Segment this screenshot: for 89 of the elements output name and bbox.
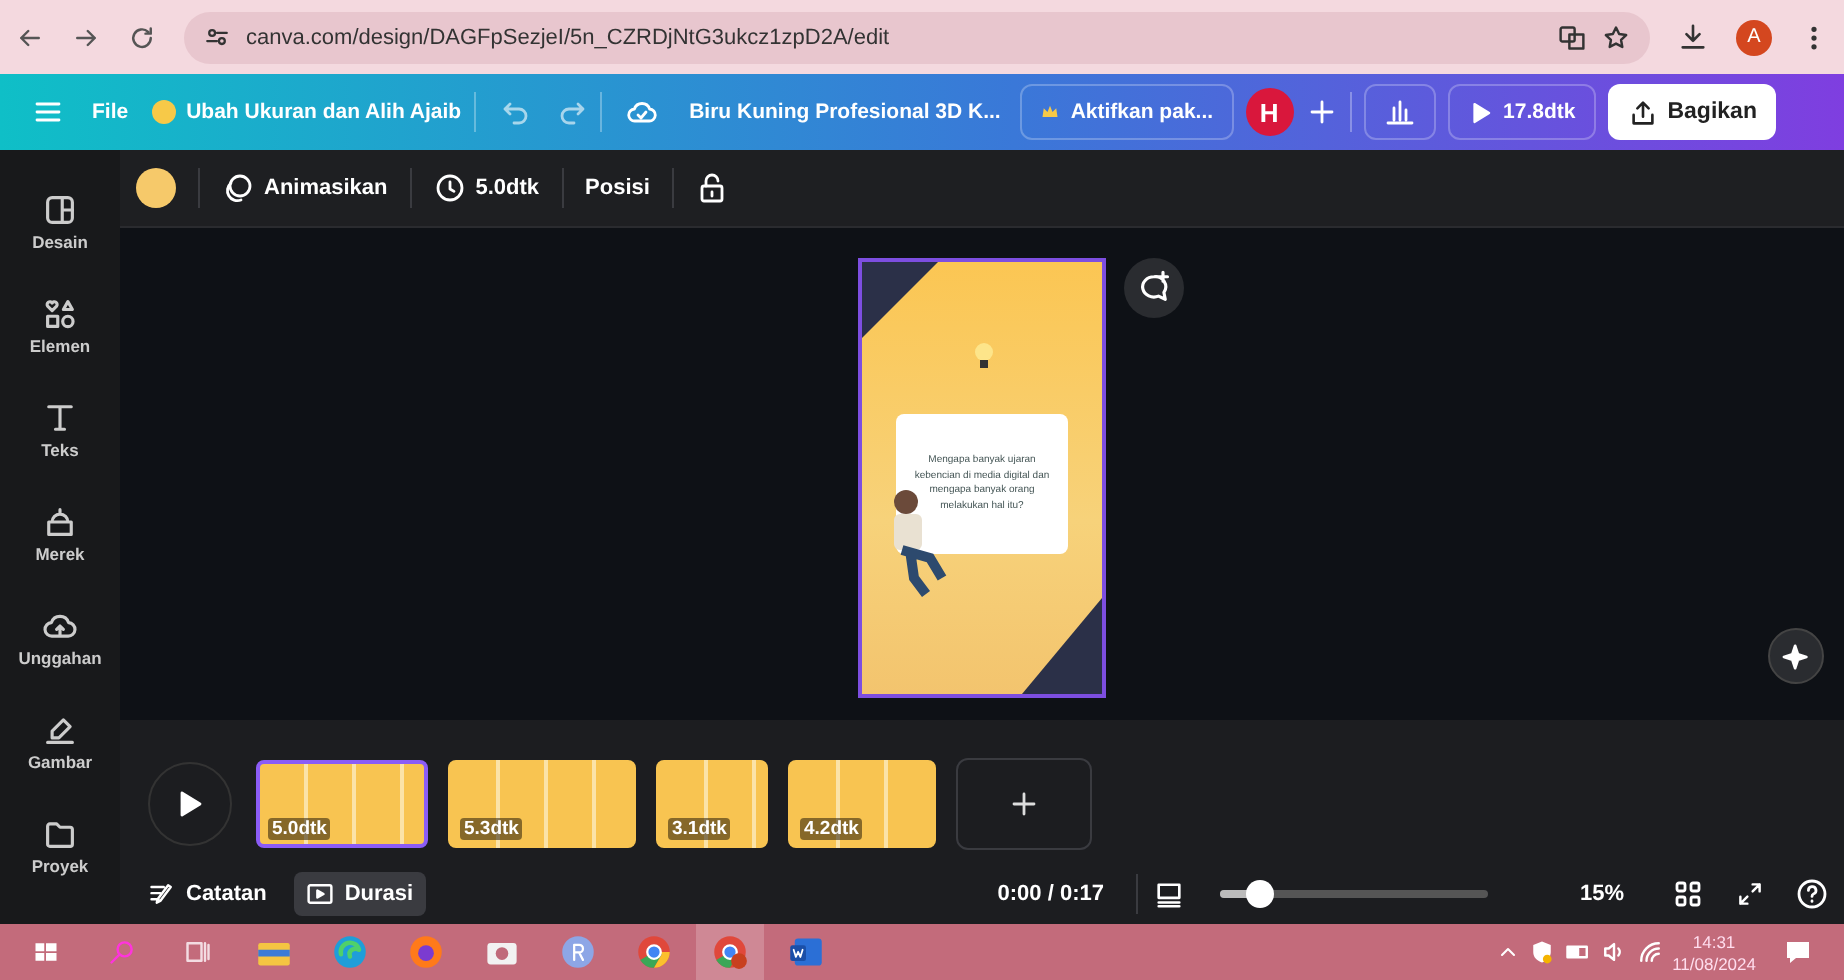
insights-button[interactable] xyxy=(1363,84,1436,140)
wifi-icon xyxy=(1636,938,1665,966)
clock-date: 11/08/2024 xyxy=(1672,953,1756,973)
thumbnail-view-icon xyxy=(1153,879,1184,909)
sidebar-item[interactable]: Elemen xyxy=(0,274,120,378)
fox-globe-icon xyxy=(408,934,444,970)
taskbar-app[interactable] xyxy=(696,924,764,980)
letter-circle-icon xyxy=(560,934,596,970)
add-comment-button[interactable] xyxy=(1124,258,1184,318)
help-button[interactable] xyxy=(1796,878,1828,910)
comment-plus-icon xyxy=(1136,270,1172,306)
notes-button[interactable]: Catatan xyxy=(136,872,279,916)
sidebar-item[interactable]: Teks xyxy=(0,378,120,482)
reload-icon xyxy=(128,23,156,51)
bar-chart-icon xyxy=(1383,96,1416,128)
lock-button[interactable] xyxy=(695,172,728,204)
url-text: canva.com/design/DAGFpSezjeI/5n_CZRDjNtG3ukcz1zpD2A/edit xyxy=(246,25,892,49)
clip-duration: 3.1dtk xyxy=(668,818,731,840)
design-title[interactable]: Biru Kuning Profesional 3D K... xyxy=(689,100,1001,124)
sidebar-item[interactable]: Merek xyxy=(0,482,120,586)
translate-icon xyxy=(1558,23,1586,51)
reload-button[interactable] xyxy=(128,23,156,51)
profile-avatar[interactable]: A xyxy=(1736,19,1772,55)
user-avatar[interactable]: H xyxy=(1245,88,1294,136)
download-button[interactable] xyxy=(1678,22,1708,52)
play-icon xyxy=(1467,99,1494,125)
fullscreen-button[interactable] xyxy=(1736,880,1764,908)
sidebar-item[interactable]: Gambar xyxy=(0,690,120,794)
timeline-clip[interactable]: 4.2dtk xyxy=(788,760,936,848)
chrome-profile-icon xyxy=(712,934,748,970)
clip-duration: 5.0dtk xyxy=(268,818,331,840)
sparkle-icon xyxy=(1781,641,1811,671)
pen-icon xyxy=(42,712,78,748)
timeline-clip[interactable]: 3.1dtk xyxy=(656,760,768,848)
folder-icon xyxy=(42,816,78,852)
site-settings-icon xyxy=(204,24,230,50)
plus-icon xyxy=(1305,96,1338,128)
task-view-icon xyxy=(184,938,212,966)
invite-button[interactable] xyxy=(1305,96,1338,128)
message-icon xyxy=(1782,936,1814,968)
shield-icon xyxy=(1528,938,1557,966)
play-button[interactable]: 17.8dtk xyxy=(1447,84,1596,140)
video-frame-icon xyxy=(306,880,335,908)
windows-logo-icon xyxy=(32,938,60,966)
duration-view-button[interactable]: Durasi xyxy=(294,872,426,916)
save-status-button[interactable] xyxy=(625,96,658,128)
shapes-icon xyxy=(42,296,78,332)
sidebar-item[interactable]: Proyek xyxy=(0,794,120,898)
text-icon xyxy=(42,400,78,436)
brand-icon xyxy=(42,504,78,540)
clip-duration: 4.2dtk xyxy=(800,818,863,840)
grid-view-button[interactable] xyxy=(1672,878,1704,910)
sidebar-item[interactable]: Unggahan xyxy=(0,586,120,690)
grid-icon xyxy=(1672,878,1704,910)
timeline-clip[interactable]: 5.3dtk xyxy=(448,760,636,848)
magic-button[interactable] xyxy=(1768,628,1824,684)
download-icon xyxy=(1678,22,1708,52)
zoom-slider[interactable] xyxy=(1219,880,1488,908)
sidebar-item[interactable]: Desain xyxy=(0,170,120,274)
share-icon xyxy=(1627,97,1658,127)
zoom-percentage: 15% xyxy=(1579,882,1624,906)
lock-icon xyxy=(695,172,728,204)
clock-icon xyxy=(433,172,466,204)
position-button[interactable]: Posisi xyxy=(585,176,650,200)
upgrade-button[interactable]: Aktifkan pak... xyxy=(1020,84,1234,140)
timeline-clip[interactable]: 5.0dtk xyxy=(256,760,428,848)
cloud-check-icon xyxy=(625,96,658,128)
expand-icon xyxy=(1736,880,1764,908)
layout-icon xyxy=(42,192,78,228)
share-button[interactable]: Bagikan xyxy=(1607,84,1777,140)
clip-duration: 5.3dtk xyxy=(460,818,523,840)
globe-wave-icon xyxy=(332,934,368,970)
clock-time: 14:31 xyxy=(1692,931,1736,951)
lightbulb-icon xyxy=(974,342,994,374)
plus-icon xyxy=(1008,788,1040,820)
color-swatch[interactable] xyxy=(136,168,176,208)
star-icon xyxy=(1602,23,1630,51)
duration-button[interactable]: 5.0dtk xyxy=(433,172,540,204)
animate-button[interactable]: Animasikan xyxy=(222,172,388,204)
play-button[interactable] xyxy=(148,762,232,846)
help-icon xyxy=(1796,878,1828,910)
chrome-icon xyxy=(636,934,672,970)
notes-icon xyxy=(148,880,176,908)
playback-time: 0:00 / 0:17 xyxy=(997,882,1104,906)
corner-triangle xyxy=(862,262,938,338)
address-bar[interactable]: canva.com/design/DAGFpSezjeI/5n_CZRDjNtG3ukcz1zpD2A/edit xyxy=(184,11,1650,63)
document-app-icon xyxy=(788,934,824,970)
search-icon xyxy=(108,938,136,966)
animate-icon xyxy=(222,172,254,204)
